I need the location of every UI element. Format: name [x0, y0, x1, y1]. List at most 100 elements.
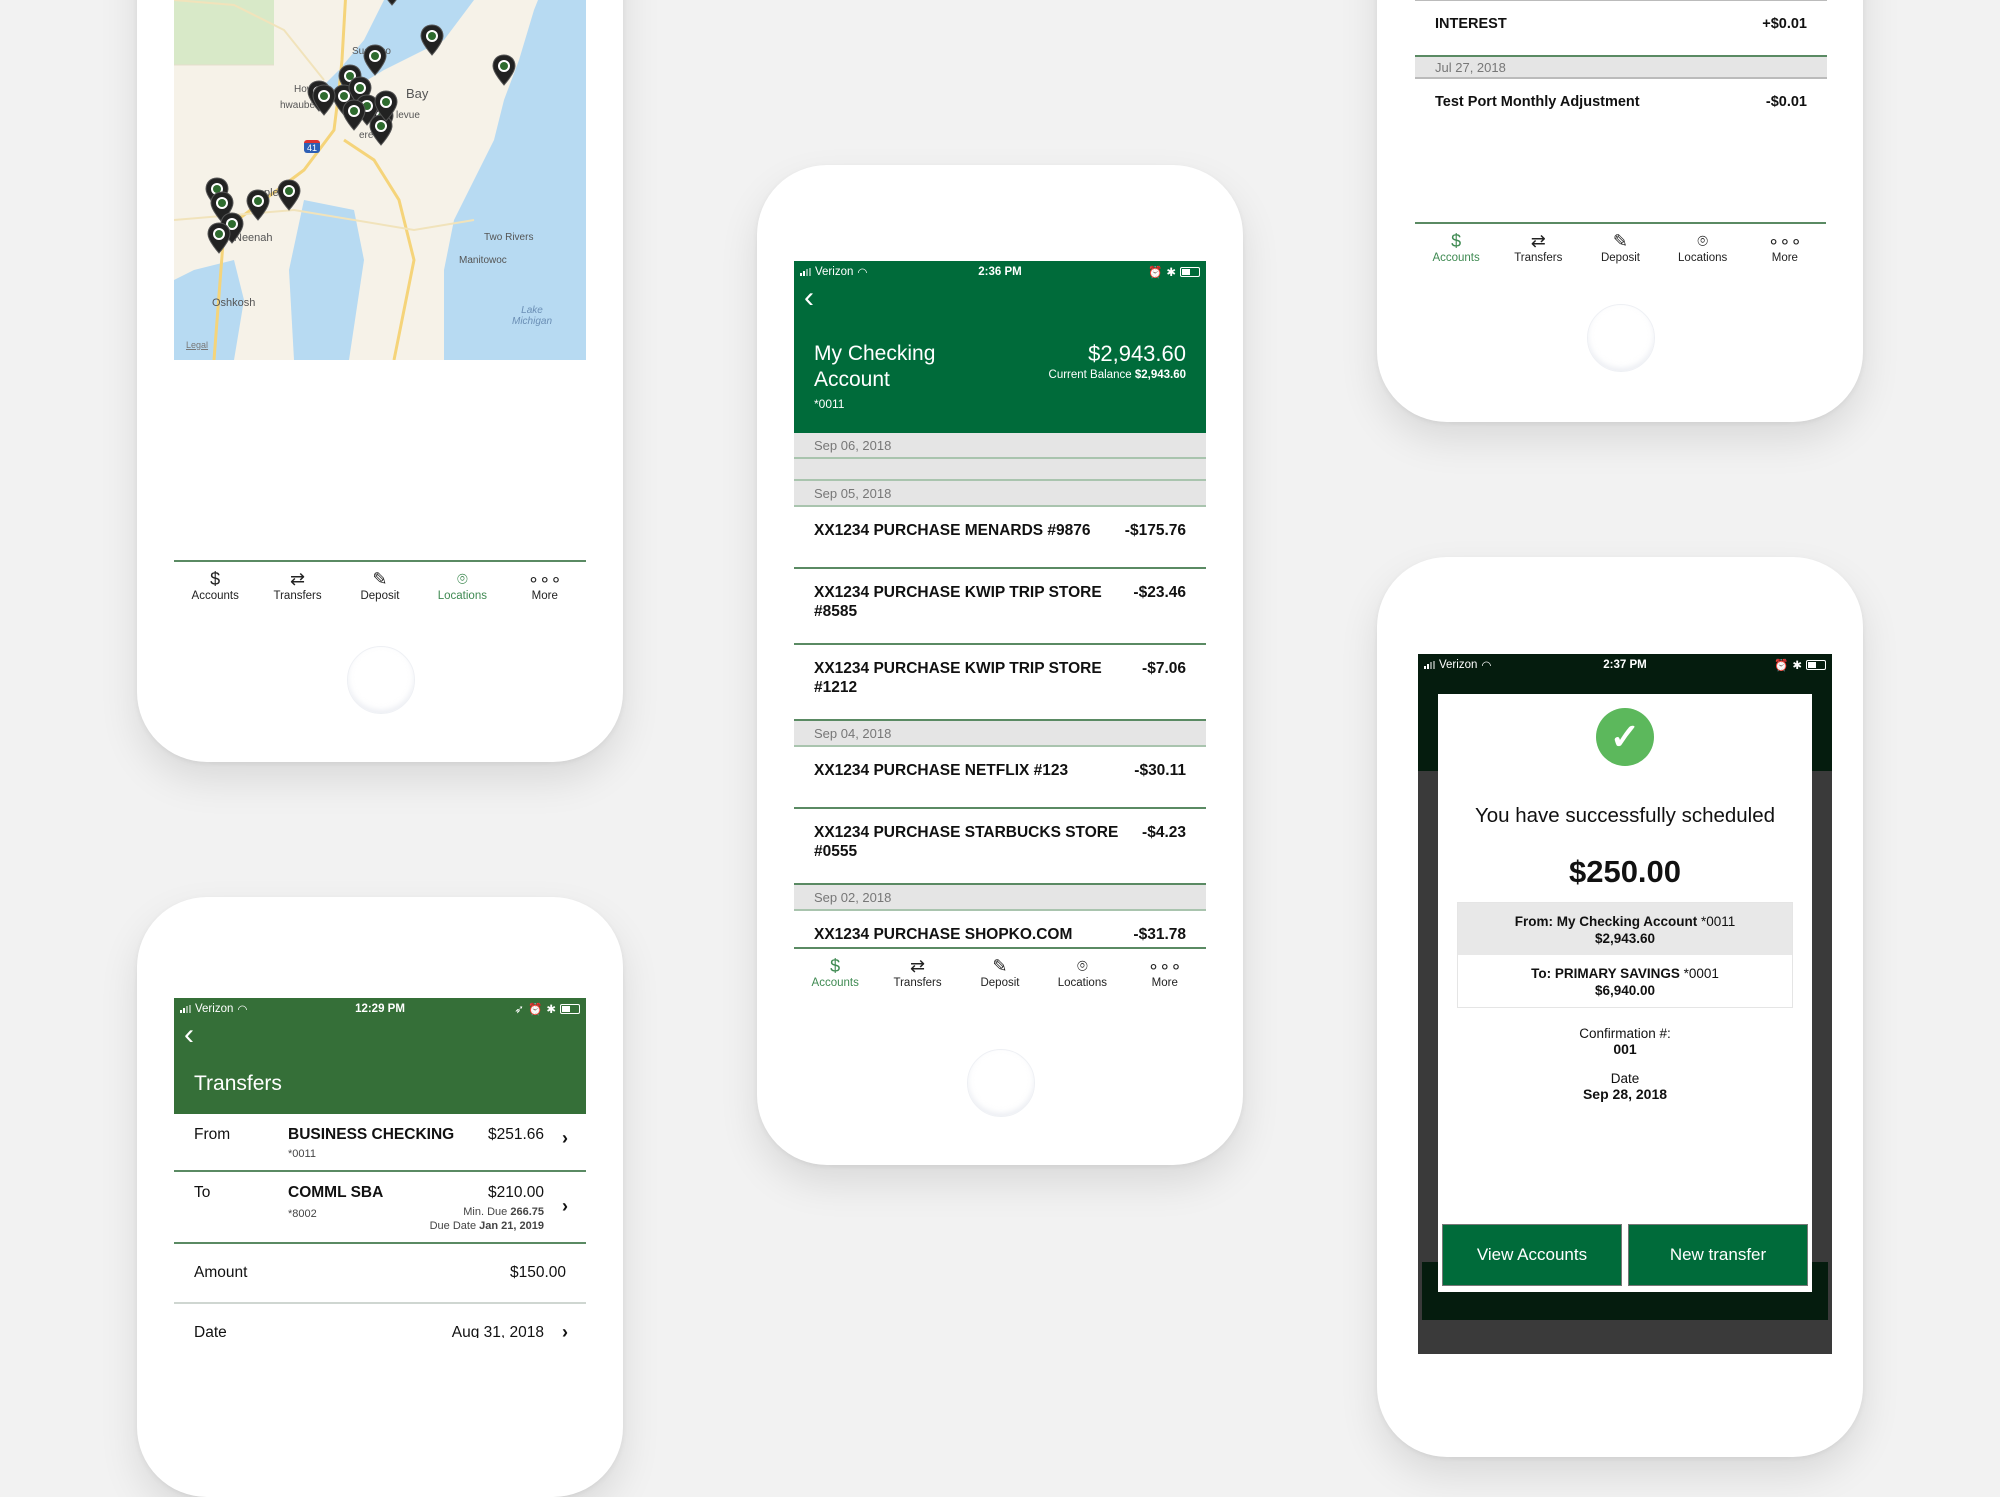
tab-locations[interactable]: ⌾ Locations: [422, 568, 502, 602]
dollar-icon: $: [830, 956, 841, 976]
transaction-amount: -$7.06: [1142, 660, 1186, 677]
more-dots-icon: ∘∘∘: [527, 569, 562, 589]
location-pin-icon[interactable]: [277, 179, 301, 211]
location-pin-icon[interactable]: [246, 189, 270, 221]
transaction-description: XX1234 PURCHASE STARBUCKS STORE #0555: [814, 824, 1119, 860]
from-account: BUSINESS CHECKING: [288, 1126, 455, 1143]
map-legal-link[interactable]: Legal: [186, 340, 208, 350]
transaction-row[interactable]: XX1234 PURCHASE MENARDS #9876 -$175.76: [794, 507, 1206, 569]
transfer-from-row[interactable]: From BUSINESS CHECKING *0011 $251.66 ›: [174, 1114, 586, 1172]
tab-accounts[interactable]: $ Accounts: [795, 955, 875, 989]
tab-label: More: [531, 590, 558, 602]
map-label-manitowoc: Manitowoc: [459, 255, 507, 266]
tab-label: Locations: [1678, 252, 1728, 264]
alarm-icon: ⏰: [528, 1004, 543, 1016]
transfer-arrows-icon: ⇄: [910, 956, 926, 976]
location-pin-icon[interactable]: [380, 0, 404, 6]
wifi-icon: ◠: [1481, 660, 1492, 672]
transaction-row[interactable]: Test Port Monthly Adjustment -$0.01: [1415, 79, 1827, 135]
min-due-value: 266.75: [510, 1206, 544, 1218]
signal-icon: [800, 268, 811, 276]
back-button[interactable]: ‹: [174, 1020, 586, 1050]
status-bar: Verizon ◠ 12:29 PM ➶ ⏰ ✱: [174, 998, 586, 1020]
transaction-row[interactable]: INTEREST +$0.01: [1415, 1, 1827, 57]
date-header: Jul 27, 2018: [1415, 57, 1827, 79]
tab-more[interactable]: ∘∘∘ More: [505, 568, 585, 602]
empty-group: [794, 459, 1206, 481]
to-label: To: [194, 1184, 211, 1201]
location-pin-icon[interactable]: [374, 90, 398, 122]
carrier: Verizon: [815, 266, 854, 278]
location-pin-icon[interactable]: [342, 99, 366, 131]
current-balance-label: Current Balance: [1048, 369, 1132, 381]
tab-accounts[interactable]: $ Accounts: [1416, 230, 1496, 264]
tab-label: Locations: [1057, 977, 1107, 989]
location-arrow-icon: ➶: [514, 1004, 525, 1016]
success-screen: Verizon ◠ 2:37 PM ⏰ ✱ ✓ You have successfu…: [1418, 654, 1832, 1354]
to-summary: To: PRIMARY SAVINGS *0001 $6,940.00: [1458, 955, 1792, 1007]
tab-transfers[interactable]: ⇄ Transfers: [258, 568, 338, 602]
map-label-two-rivers: Two Rivers: [484, 232, 534, 243]
status-bar: Verizon ◠ 2:37 PM ⏰ ✱: [1418, 654, 1832, 676]
tab-deposit[interactable]: ✎ Deposit: [1580, 230, 1660, 264]
phone-history: Aug 03, 2018INTEREST+$0.01Jul 27, 2018Te…: [1377, 0, 1863, 422]
min-due-label: Min. Due: [463, 1206, 508, 1218]
tab-accounts[interactable]: $ Accounts: [175, 568, 255, 602]
tab-transfers[interactable]: ⇄ Transfers: [878, 955, 958, 989]
tab-more[interactable]: ∘∘∘ More: [1745, 230, 1825, 264]
transaction-row[interactable]: XX1234 PURCHASE NETFLIX #123 -$30.11: [794, 747, 1206, 809]
location-pin-icon[interactable]: [492, 54, 516, 86]
tab-locations[interactable]: ⌾ Locations: [1663, 230, 1743, 264]
new-transfer-button[interactable]: New transfer: [1628, 1224, 1808, 1286]
tab-label: Deposit: [980, 977, 1020, 989]
transfer-summary: From: My Checking Account *0011 $2,943.6…: [1457, 902, 1793, 1008]
home-button[interactable]: [1587, 304, 1655, 372]
to-account-balance: $6,940.00: [1594, 983, 1656, 998]
status-time: 2:36 PM: [978, 266, 1022, 278]
map-label-lake-michigan: Lake Michigan: [512, 305, 553, 327]
date-header: Sep 06, 2018: [794, 433, 1206, 459]
transfer-amount-row[interactable]: Amount $150.00: [174, 1244, 586, 1304]
home-button[interactable]: [347, 646, 415, 714]
from-label: From: [194, 1126, 231, 1143]
transaction-row[interactable]: XX1234 PURCHASE STARBUCKS STORE #0555 -$4…: [794, 809, 1206, 885]
transaction-row[interactable]: XX1234 PURCHASE KWIP TRIP STORE #1212 -$7…: [794, 645, 1206, 721]
back-button[interactable]: ‹: [794, 283, 1206, 313]
check-deposit-icon: ✎: [372, 569, 388, 589]
home-button[interactable]: [967, 1049, 1035, 1117]
tab-more[interactable]: ∘∘∘ More: [1125, 955, 1205, 989]
from-account-balance: $2,943.60: [1594, 931, 1656, 946]
location-pin-icon[interactable]: [207, 222, 231, 254]
view-accounts-button[interactable]: View Accounts: [1442, 1224, 1622, 1286]
transaction-row[interactable]: XX1234 PURCHASE KWIP TRIP STORE #8585 -$2…: [794, 569, 1206, 645]
dollar-icon: $: [1451, 231, 1462, 251]
more-dots-icon: ∘∘∘: [1147, 956, 1182, 976]
bluetooth-icon: ✱: [546, 1004, 556, 1016]
success-modal: ✓ You have successfully scheduled $250.0…: [1438, 694, 1812, 1292]
transaction-amount: -$30.11: [1134, 762, 1186, 779]
tab-label: More: [1771, 252, 1798, 264]
location-pin-icon[interactable]: [420, 24, 444, 56]
tab-deposit[interactable]: ✎ Deposit: [340, 568, 420, 602]
from-balance: $251.66: [487, 1126, 544, 1143]
to-account: COMML SBA: [288, 1184, 384, 1201]
locations-map[interactable]: Marinette Suamico Howa hwaubeno Bay levu…: [174, 0, 586, 360]
locations-screen: Marinette Suamico Howa hwaubeno Bay levu…: [174, 0, 586, 420]
check-deposit-icon: ✎: [992, 956, 1008, 976]
location-pin-icon[interactable]: [363, 44, 387, 76]
transaction-list: Sep 06, 2018 Sep 05, 2018 XX1234 PURCHASE …: [794, 433, 1206, 973]
location-pin-icon[interactable]: [312, 84, 336, 116]
tab-locations[interactable]: ⌾ Locations: [1042, 955, 1122, 989]
alarm-icon: ⏰: [1774, 660, 1789, 672]
transaction-description: INTEREST: [1435, 16, 1507, 32]
chevron-right-icon: ›: [562, 1196, 568, 1216]
phone-checking: Verizon ◠ 2:36 PM ⏰ ✱ ‹ My Checking Accoun…: [757, 165, 1243, 1165]
transfer-to-row[interactable]: To COMML SBA *8002 $210.00 Min. Due 266.7…: [174, 1172, 586, 1244]
tab-transfers[interactable]: ⇄ Transfers: [1498, 230, 1578, 264]
checking-screen: Verizon ◠ 2:36 PM ⏰ ✱ ‹ My Checking Accoun…: [794, 261, 1206, 1001]
tab-deposit[interactable]: ✎ Deposit: [960, 955, 1040, 989]
more-dots-icon: ∘∘∘: [1767, 231, 1802, 251]
amount-value: $150.00: [509, 1264, 566, 1281]
map-label-bellevue: levue: [396, 110, 420, 121]
success-message: You have successfully scheduled: [1474, 804, 1776, 827]
